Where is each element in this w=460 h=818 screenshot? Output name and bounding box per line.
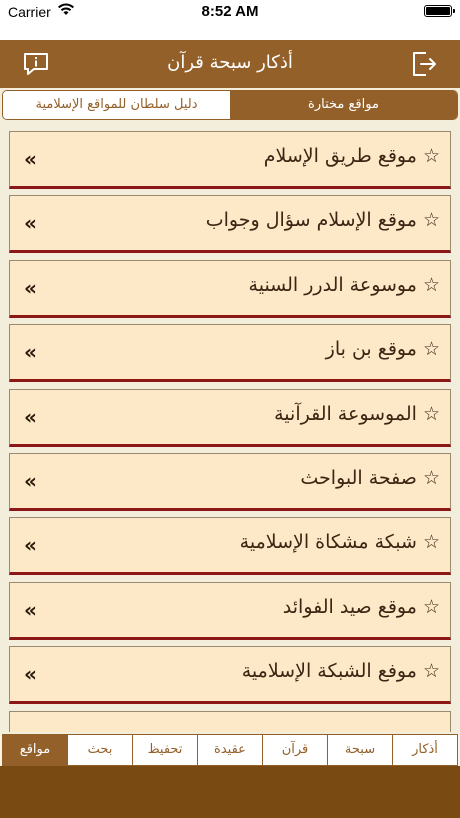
page-title: أذكار سبحة قرآن	[167, 52, 293, 73]
tab-quran[interactable]: قرآن	[263, 734, 328, 766]
tab-aqeeda[interactable]: عقيدة	[198, 734, 263, 766]
tab-sites[interactable]: مواقع	[2, 734, 68, 766]
logout-icon[interactable]	[410, 50, 438, 78]
chevron-left-icon: «	[24, 662, 37, 686]
sites-list: ☆ موقع طريق الإسلام « ☆ موقع الإسلام سؤا…	[0, 120, 460, 732]
list-item[interactable]: ☆ موقع صيد الفوائد «	[9, 582, 451, 640]
chevron-left-icon: «	[24, 469, 37, 493]
tab-tahfeez[interactable]: تحفيظ	[133, 734, 198, 766]
tab-bar: أذكار سبحة قرآن عقيدة تحفيظ بحث مواقع	[0, 734, 460, 766]
list-item-label: ☆ موسوعة الدرر السنية	[248, 274, 440, 296]
segment-sultan-guide[interactable]: دليل سلطان للمواقع الإسلامية	[3, 91, 230, 119]
segmented-control: دليل سلطان للمواقع الإسلامية مواقع مختار…	[2, 90, 458, 120]
tab-azkar[interactable]: أذكار	[393, 734, 458, 766]
chevron-left-icon: «	[24, 147, 37, 171]
list-item-label: ☆ موقع طريق الإسلام	[263, 145, 440, 167]
chevron-left-icon: «	[24, 533, 37, 557]
chevron-left-icon: «	[24, 211, 37, 235]
list-item[interactable]: ☆ موقع طريق الإسلام «	[9, 131, 451, 189]
list-item-label: ☆ موفع الشبكة الإسلامية	[241, 660, 440, 682]
chevron-left-icon: «	[24, 276, 37, 300]
clock: 8:52 AM	[201, 3, 259, 20]
list-item[interactable]: ☆ موسوعة الدرر السنية «	[9, 260, 451, 318]
navigation-bar: أذكار سبحة قرآن	[0, 40, 460, 88]
list-item[interactable]: ☆ الموسوعة القرآنية «	[9, 389, 451, 447]
chevron-left-icon: «	[24, 598, 37, 622]
list-item[interactable]: ☆ شبكة مشكاة الإسلامية «	[9, 517, 451, 575]
list-item[interactable]: ☆ موقع بن باز «	[9, 324, 451, 382]
list-item-label: ☆ صفحة البواحث	[300, 467, 440, 489]
segment-selected-sites[interactable]: مواقع مختارة	[230, 91, 457, 119]
list-item[interactable]: ☆ صفحة البواحث «	[9, 453, 451, 511]
status-bar: Carrier 8:52 AM	[0, 0, 460, 40]
tab-tasbih[interactable]: سبحة	[328, 734, 393, 766]
battery-icon	[424, 5, 455, 17]
list-item-partial[interactable]	[9, 711, 451, 732]
list-item-label: ☆ شبكة مشكاة الإسلامية	[239, 531, 440, 553]
list-item-label: ☆ موقع الإسلام سؤال وجواب	[205, 209, 440, 231]
list-item-label: ☆ موقع صيد الفوائد	[282, 596, 440, 618]
tab-search[interactable]: بحث	[68, 734, 133, 766]
list-item-label: ☆ الموسوعة القرآنية	[274, 403, 440, 425]
list-item[interactable]: ☆ موقع الإسلام سؤال وجواب «	[9, 195, 451, 253]
chevron-left-icon: «	[24, 340, 37, 364]
list-item[interactable]: ☆ موفع الشبكة الإسلامية «	[9, 646, 451, 704]
chevron-left-icon: «	[24, 405, 37, 429]
list-item-label: ☆ موقع بن باز	[325, 338, 440, 360]
bottom-banner-area	[0, 766, 460, 818]
